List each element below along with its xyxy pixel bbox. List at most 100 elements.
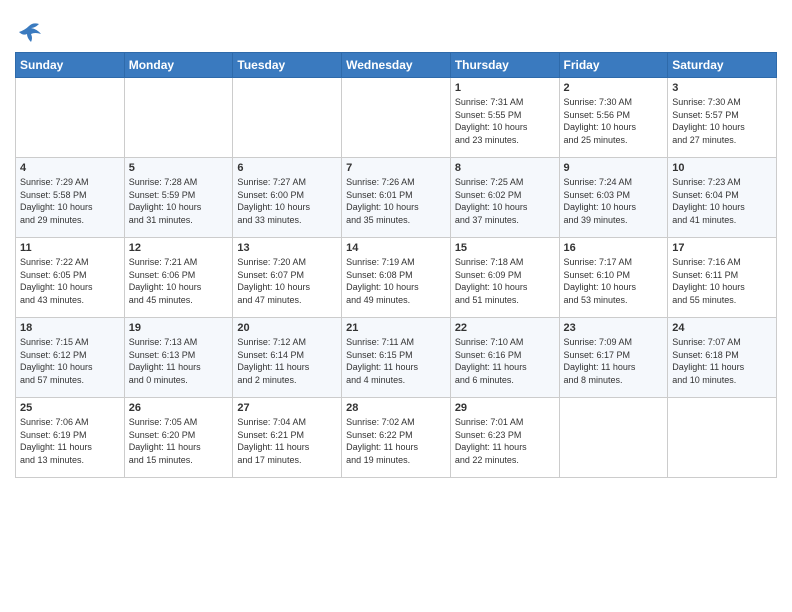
calendar-week-row: 1 Sunrise: 7:31 AM Sunset: 5:55 PM Daylig… (16, 78, 777, 158)
day-info: Sunrise: 7:09 AM Sunset: 6:17 PM Dayligh… (564, 336, 664, 386)
day-info: Sunrise: 7:04 AM Sunset: 6:21 PM Dayligh… (237, 416, 337, 466)
day-number: 1 (455, 82, 555, 94)
logo (15, 18, 47, 46)
calendar-cell: 11 Sunrise: 7:22 AM Sunset: 6:05 PM Dayli… (16, 238, 125, 318)
day-number: 22 (455, 322, 555, 334)
day-info: Sunrise: 7:15 AM Sunset: 6:12 PM Dayligh… (20, 336, 120, 386)
calendar-week-row: 4 Sunrise: 7:29 AM Sunset: 5:58 PM Daylig… (16, 158, 777, 238)
calendar-week-row: 25 Sunrise: 7:06 AM Sunset: 6:19 PM Dayli… (16, 398, 777, 478)
day-info: Sunrise: 7:01 AM Sunset: 6:23 PM Dayligh… (455, 416, 555, 466)
calendar-cell: 18 Sunrise: 7:15 AM Sunset: 6:12 PM Dayli… (16, 318, 125, 398)
day-number: 6 (237, 162, 337, 174)
calendar-cell (342, 78, 451, 158)
calendar-cell: 13 Sunrise: 7:20 AM Sunset: 6:07 PM Dayli… (233, 238, 342, 318)
day-info: Sunrise: 7:05 AM Sunset: 6:20 PM Dayligh… (129, 416, 229, 466)
calendar-cell (124, 78, 233, 158)
calendar-cell: 9 Sunrise: 7:24 AM Sunset: 6:03 PM Daylig… (559, 158, 668, 238)
calendar-cell: 6 Sunrise: 7:27 AM Sunset: 6:00 PM Daylig… (233, 158, 342, 238)
calendar-cell: 23 Sunrise: 7:09 AM Sunset: 6:17 PM Dayli… (559, 318, 668, 398)
calendar-cell: 7 Sunrise: 7:26 AM Sunset: 6:01 PM Daylig… (342, 158, 451, 238)
calendar-cell: 2Sunrise: 7:30 AM Sunset: 5:56 PM Daylig… (559, 78, 668, 158)
calendar-cell: 29 Sunrise: 7:01 AM Sunset: 6:23 PM Dayli… (450, 398, 559, 478)
day-number: 17 (672, 242, 772, 254)
day-number: 14 (346, 242, 446, 254)
day-number: 20 (237, 322, 337, 334)
day-number: 3 (672, 82, 772, 94)
day-number: 16 (564, 242, 664, 254)
day-info: Sunrise: 7:24 AM Sunset: 6:03 PM Dayligh… (564, 176, 664, 226)
calendar-cell (559, 398, 668, 478)
day-info: Sunrise: 7:02 AM Sunset: 6:22 PM Dayligh… (346, 416, 446, 466)
day-number: 15 (455, 242, 555, 254)
day-info: Sunrise: 7:27 AM Sunset: 6:00 PM Dayligh… (237, 176, 337, 226)
day-info: Sunrise: 7:06 AM Sunset: 6:19 PM Dayligh… (20, 416, 120, 466)
header-day-sunday: Sunday (16, 53, 125, 78)
day-number: 26 (129, 402, 229, 414)
day-number: 13 (237, 242, 337, 254)
day-number: 12 (129, 242, 229, 254)
day-info: Sunrise: 7:18 AM Sunset: 6:09 PM Dayligh… (455, 256, 555, 306)
day-info: Sunrise: 7:31 AM Sunset: 5:55 PM Dayligh… (455, 96, 555, 146)
day-info: Sunrise: 7:29 AM Sunset: 5:58 PM Dayligh… (20, 176, 120, 226)
calendar-cell: 26 Sunrise: 7:05 AM Sunset: 6:20 PM Dayli… (124, 398, 233, 478)
day-number: 18 (20, 322, 120, 334)
calendar-cell (233, 78, 342, 158)
day-number: 28 (346, 402, 446, 414)
calendar-week-row: 18 Sunrise: 7:15 AM Sunset: 6:12 PM Dayli… (16, 318, 777, 398)
day-info: Sunrise: 7:07 AM Sunset: 6:18 PM Dayligh… (672, 336, 772, 386)
calendar-cell (16, 78, 125, 158)
header-day-friday: Friday (559, 53, 668, 78)
day-number: 11 (20, 242, 120, 254)
calendar-cell: 15 Sunrise: 7:18 AM Sunset: 6:09 PM Dayli… (450, 238, 559, 318)
day-info: Sunrise: 7:26 AM Sunset: 6:01 PM Dayligh… (346, 176, 446, 226)
calendar-cell: 10 Sunrise: 7:23 AM Sunset: 6:04 PM Dayli… (668, 158, 777, 238)
calendar-cell: 4 Sunrise: 7:29 AM Sunset: 5:58 PM Daylig… (16, 158, 125, 238)
calendar-table: SundayMondayTuesdayWednesdayThursdayFrid… (15, 52, 777, 478)
calendar-cell: 14Sunrise: 7:19 AM Sunset: 6:08 PM Dayli… (342, 238, 451, 318)
calendar-cell: 21 Sunrise: 7:11 AM Sunset: 6:15 PM Dayli… (342, 318, 451, 398)
day-number: 24 (672, 322, 772, 334)
day-number: 23 (564, 322, 664, 334)
day-number: 10 (672, 162, 772, 174)
day-number: 7 (346, 162, 446, 174)
logo-bird-icon (15, 18, 43, 46)
calendar-cell: 24 Sunrise: 7:07 AM Sunset: 6:18 PM Dayli… (668, 318, 777, 398)
calendar-cell: 28 Sunrise: 7:02 AM Sunset: 6:22 PM Dayli… (342, 398, 451, 478)
day-info: Sunrise: 7:10 AM Sunset: 6:16 PM Dayligh… (455, 336, 555, 386)
header-day-wednesday: Wednesday (342, 53, 451, 78)
day-info: Sunrise: 7:30 AM Sunset: 5:56 PM Dayligh… (564, 96, 664, 146)
day-number: 5 (129, 162, 229, 174)
day-number: 29 (455, 402, 555, 414)
calendar-week-row: 11 Sunrise: 7:22 AM Sunset: 6:05 PM Dayli… (16, 238, 777, 318)
day-info: Sunrise: 7:25 AM Sunset: 6:02 PM Dayligh… (455, 176, 555, 226)
header-day-tuesday: Tuesday (233, 53, 342, 78)
day-info: Sunrise: 7:12 AM Sunset: 6:14 PM Dayligh… (237, 336, 337, 386)
day-info: Sunrise: 7:11 AM Sunset: 6:15 PM Dayligh… (346, 336, 446, 386)
day-info: Sunrise: 7:21 AM Sunset: 6:06 PM Dayligh… (129, 256, 229, 306)
day-number: 19 (129, 322, 229, 334)
calendar-cell: 3Sunrise: 7:30 AM Sunset: 5:57 PM Daylig… (668, 78, 777, 158)
calendar-cell: 27 Sunrise: 7:04 AM Sunset: 6:21 PM Dayli… (233, 398, 342, 478)
day-info: Sunrise: 7:20 AM Sunset: 6:07 PM Dayligh… (237, 256, 337, 306)
calendar-header-row: SundayMondayTuesdayWednesdayThursdayFrid… (16, 53, 777, 78)
day-number: 4 (20, 162, 120, 174)
calendar-cell: 20 Sunrise: 7:12 AM Sunset: 6:14 PM Dayli… (233, 318, 342, 398)
header (15, 10, 777, 46)
day-number: 9 (564, 162, 664, 174)
day-number: 21 (346, 322, 446, 334)
calendar-cell: 17Sunrise: 7:16 AM Sunset: 6:11 PM Dayli… (668, 238, 777, 318)
day-info: Sunrise: 7:28 AM Sunset: 5:59 PM Dayligh… (129, 176, 229, 226)
header-day-saturday: Saturday (668, 53, 777, 78)
day-number: 27 (237, 402, 337, 414)
day-info: Sunrise: 7:22 AM Sunset: 6:05 PM Dayligh… (20, 256, 120, 306)
calendar-cell: 12 Sunrise: 7:21 AM Sunset: 6:06 PM Dayli… (124, 238, 233, 318)
day-number: 25 (20, 402, 120, 414)
calendar-cell: 25 Sunrise: 7:06 AM Sunset: 6:19 PM Dayli… (16, 398, 125, 478)
day-info: Sunrise: 7:23 AM Sunset: 6:04 PM Dayligh… (672, 176, 772, 226)
day-number: 8 (455, 162, 555, 174)
calendar-cell: 8 Sunrise: 7:25 AM Sunset: 6:02 PM Daylig… (450, 158, 559, 238)
calendar-cell: 1 Sunrise: 7:31 AM Sunset: 5:55 PM Daylig… (450, 78, 559, 158)
day-info: Sunrise: 7:17 AM Sunset: 6:10 PM Dayligh… (564, 256, 664, 306)
calendar-cell: 5 Sunrise: 7:28 AM Sunset: 5:59 PM Daylig… (124, 158, 233, 238)
calendar-cell: 19Sunrise: 7:13 AM Sunset: 6:13 PM Dayli… (124, 318, 233, 398)
